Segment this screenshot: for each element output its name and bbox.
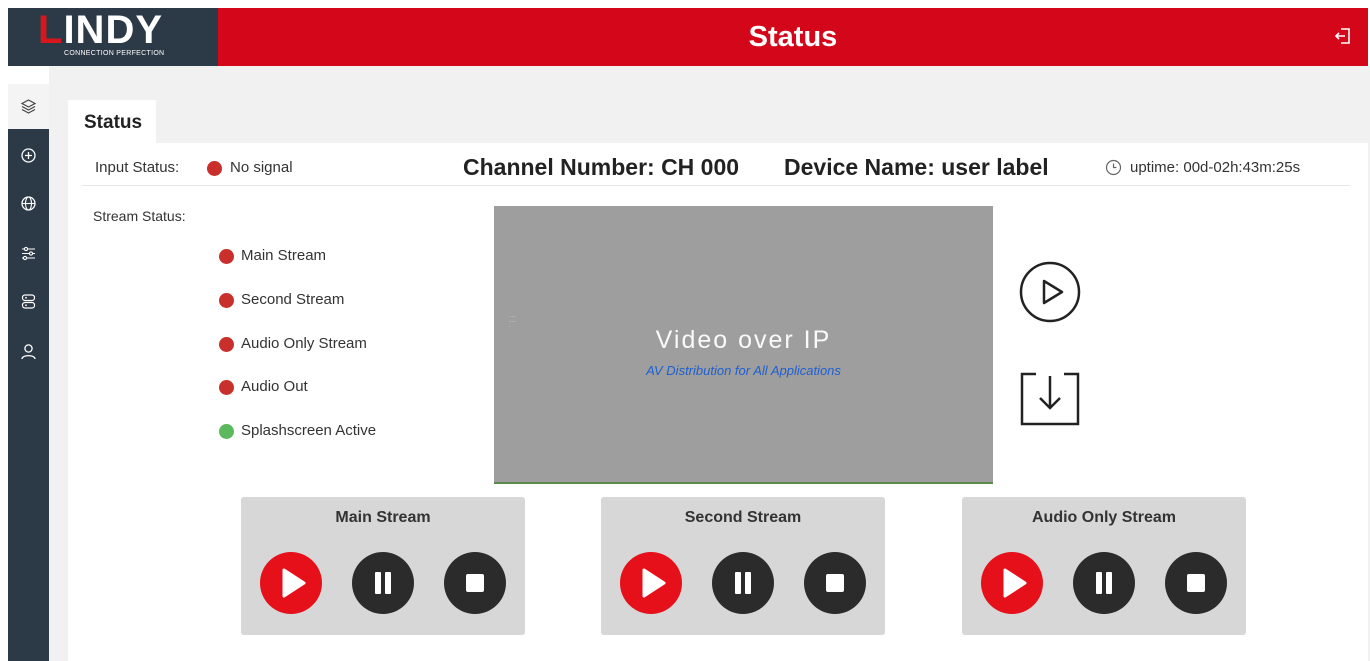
- page-title: Status: [748, 21, 838, 53]
- play-preview-icon[interactable]: [1018, 260, 1082, 324]
- channel-number: Channel Number: CH 000: [463, 154, 740, 180]
- layers-icon: [20, 99, 37, 114]
- play-icon: [1003, 568, 1027, 598]
- pause-icon: [1096, 572, 1112, 594]
- card-title-main-stream: Main Stream: [335, 509, 431, 526]
- second-stream-play-button[interactable]: [620, 552, 682, 614]
- second-stream-indicator: [219, 293, 234, 308]
- download-icon[interactable]: [1018, 366, 1082, 430]
- audio-only-stream-pause-button[interactable]: [1073, 552, 1135, 614]
- logo-wordmark: LINDY: [38, 8, 164, 52]
- logout-icon[interactable]: [1334, 27, 1352, 45]
- main-stream-stop-button[interactable]: [444, 552, 506, 614]
- card-title-second-stream: Second Stream: [684, 509, 802, 526]
- second-stream-pause-button[interactable]: [712, 552, 774, 614]
- audio-out-indicator: [219, 380, 234, 395]
- top-bar: Status: [218, 8, 1368, 66]
- clock-icon: [1105, 159, 1122, 176]
- card-title-audio-only-stream: Audio Only Stream: [1031, 509, 1177, 526]
- play-icon: [282, 568, 306, 598]
- sidebar: [8, 84, 49, 661]
- preview-subtitle: AV Distribution for All Applications: [646, 363, 841, 378]
- pause-icon: [375, 572, 391, 594]
- second-stream-controls: Second Stream: [601, 497, 885, 635]
- play-icon: [642, 568, 666, 598]
- audio-only-stream-indicator: [219, 337, 234, 352]
- audio-only-stream-controls: Audio Only Stream: [962, 497, 1246, 635]
- server-icon: [21, 294, 36, 309]
- main-stream-play-button[interactable]: [260, 552, 322, 614]
- stream-status-label: Stream Status:: [93, 208, 186, 224]
- tab-status[interactable]: Status: [68, 100, 156, 143]
- user-icon: [21, 344, 36, 360]
- input-status-label: Input Status:: [95, 159, 180, 176]
- logo-tagline: CONNECTION PERFECTION: [64, 50, 165, 57]
- audio-out-status: Audio Out: [241, 378, 308, 395]
- audio-only-stream-status: Audio Only Stream: [241, 335, 367, 352]
- audio-only-stream-stop-button[interactable]: [1165, 552, 1227, 614]
- input-status-indicator: [207, 161, 222, 176]
- tab-status-label: Status: [84, 112, 143, 133]
- video-preview: ····· ····· · Video over IP AV Distributio…: [494, 206, 993, 484]
- logo: LINDY CONNECTION PERFECTION: [8, 8, 218, 66]
- divider: [82, 185, 1350, 186]
- audio-only-stream-play-button[interactable]: [981, 552, 1043, 614]
- uptime: uptime: 00d-02h:43m:25s: [1130, 159, 1301, 176]
- input-status-value: No signal: [230, 159, 293, 176]
- splashscreen-indicator: [219, 424, 234, 439]
- stop-icon: [466, 574, 484, 592]
- main-stream-status: Main Stream: [241, 247, 327, 264]
- second-stream-stop-button[interactable]: [804, 552, 866, 614]
- main-stream-controls: Main Stream: [241, 497, 525, 635]
- preview-title: Video over IP: [655, 326, 832, 354]
- stop-icon: [1187, 574, 1205, 592]
- main-stream-indicator: [219, 249, 234, 264]
- globe-icon: [21, 196, 36, 211]
- device-name: Device Name: user label: [784, 154, 1049, 180]
- sidebar-item-status[interactable]: [8, 84, 49, 129]
- stop-icon: [826, 574, 844, 592]
- pause-icon: [735, 572, 751, 594]
- sliders-icon: [22, 246, 35, 261]
- splashscreen-status: Splashscreen Active: [241, 422, 377, 439]
- main-stream-pause-button[interactable]: [352, 552, 414, 614]
- second-stream-status: Second Stream: [241, 291, 345, 308]
- plus-circle-icon: [21, 148, 36, 163]
